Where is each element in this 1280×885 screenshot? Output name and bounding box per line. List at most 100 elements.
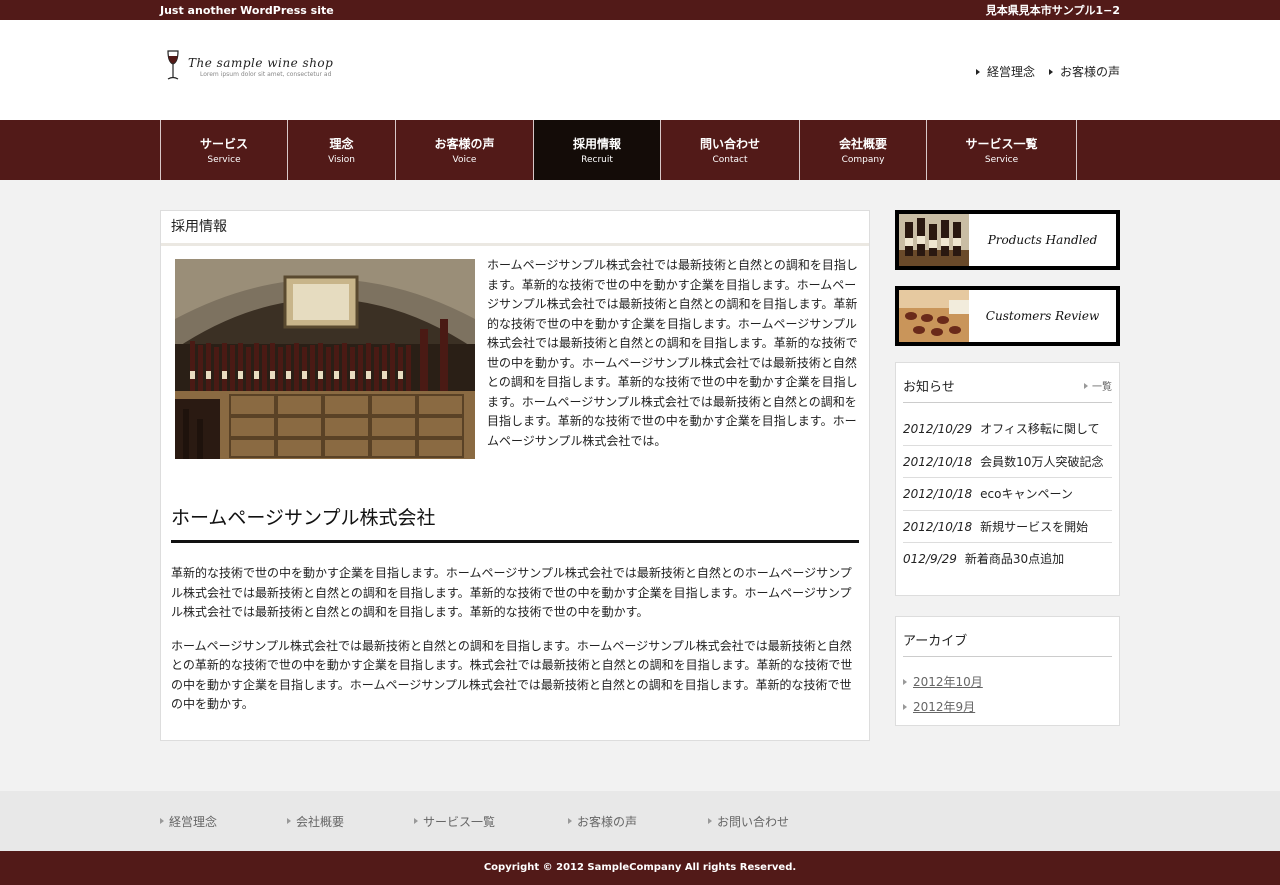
footer-link-label: サービス一覧 <box>423 814 496 829</box>
header-link-label: 経営理念 <box>986 65 1035 79</box>
news-text: 会員数10万人突破記念 <box>980 454 1104 469</box>
news-more-link[interactable]: 一覧 <box>1084 378 1112 393</box>
news-more-label: 一覧 <box>1092 382 1112 393</box>
nav-item-contact[interactable]: 問い合わせ Contact <box>661 120 800 180</box>
news-item[interactable]: 2012/10/18 新規サービスを開始 <box>903 511 1112 543</box>
header-link-voice[interactable]: お客様の声 <box>1048 63 1120 80</box>
news-text: ecoキャンペーン <box>980 487 1073 501</box>
intro-text: ホームページサンプル株式会社では最新技術と自然との調和を目指します。革新的な技術… <box>487 258 858 448</box>
news-text: 新着商品30点追加 <box>964 552 1065 566</box>
page-title: 採用情報 <box>161 211 869 246</box>
arrow-right-icon <box>975 68 980 75</box>
arrow-right-icon <box>287 818 291 824</box>
arrow-right-icon <box>160 818 164 824</box>
archive-item[interactable]: 2012年10月 <box>903 669 1112 694</box>
news-date: 2012/10/29 <box>903 422 973 436</box>
wine-bottles-image <box>899 214 969 266</box>
news-item[interactable]: 2012/10/18 ecoキャンペーン <box>903 478 1112 511</box>
nav-item-sublabel: Recruit <box>581 155 613 165</box>
archive-label: 2012年10月 <box>913 675 983 689</box>
footer-link-label: お客様の声 <box>577 814 638 829</box>
news-date: 2012/10/18 <box>903 487 973 501</box>
section-heading: ホームページサンプル株式会社 <box>171 503 859 543</box>
nav-item-recruit[interactable]: 採用情報 Recruit <box>534 120 661 180</box>
footer-link-philosophy[interactable]: 経営理念 <box>160 813 287 830</box>
footer-link-label: 会社概要 <box>296 814 345 829</box>
news-item[interactable]: 2012/10/29 オフィス移転に関して <box>903 413 1112 446</box>
archive-title: アーカイブ <box>903 634 968 649</box>
archive-widget: アーカイブ 2012年10月 2012年9月 <box>895 616 1120 726</box>
arrow-right-icon <box>568 818 572 824</box>
nav-item-sublabel: Contact <box>712 155 748 165</box>
nav-item-voice[interactable]: お客様の声 Voice <box>396 120 534 180</box>
arrow-right-icon <box>1084 382 1088 389</box>
news-text: 新規サービスを開始 <box>980 519 1089 534</box>
news-item[interactable]: 2012/10/18 会員数10万人突破記念 <box>903 446 1112 478</box>
nav-item-label: 理念 <box>329 137 354 151</box>
top-bar: Just another WordPress site 見本県見本市サンプル1−… <box>0 0 1280 20</box>
site-address: 見本県見本市サンプル1−2 <box>985 4 1120 17</box>
news-date: 2012/10/18 <box>903 519 973 534</box>
arrow-right-icon <box>1048 68 1053 75</box>
logo-tagline: Lorem ipsum dolor sit amet, consectetur … <box>200 71 332 78</box>
news-title: お知らせ <box>903 380 955 395</box>
nav-item-company[interactable]: 会社概要 Company <box>800 120 927 180</box>
nav-item-label: 会社概要 <box>838 137 887 151</box>
news-date: 2012/10/18 <box>903 454 973 469</box>
customers-review-banner[interactable]: Customers Review <box>895 286 1120 346</box>
footer-link-contact[interactable]: お問い合わせ <box>708 813 848 830</box>
news-date: 012/9/29 <box>903 552 957 566</box>
footer-link-voice[interactable]: お客様の声 <box>568 813 708 830</box>
archive-label: 2012年9月 <box>913 700 976 714</box>
site-logo[interactable]: The sample wine shop Lorem ipsum dolor s… <box>166 50 333 82</box>
footer-link-label: お問い合わせ <box>717 814 790 829</box>
arrow-right-icon <box>903 703 907 710</box>
nav-item-sublabel: Voice <box>452 155 477 165</box>
header-link-label: お客様の声 <box>1059 65 1120 79</box>
footer-link-service-list[interactable]: サービス一覧 <box>414 813 568 830</box>
site-header: The sample wine shop Lorem ipsum dolor s… <box>0 20 1280 120</box>
nav-item-vision[interactable]: 理念 Vision <box>288 120 396 180</box>
archive-list: 2012年10月 2012年9月 <box>903 657 1112 719</box>
main-area: 採用情報 ホームページサンプル株式会社では最新技術と自然との調和を目指します。革… <box>160 210 1120 771</box>
archive-item[interactable]: 2012年9月 <box>903 694 1112 719</box>
content-panel: 採用情報 ホームページサンプル株式会社では最新技術と自然との調和を目指します。革… <box>160 210 870 741</box>
news-widget: お知らせ 一覧 2012/10/29 オフィス移転に関して 2012/10/18 会… <box>895 362 1120 596</box>
nav-item-label: 問い合わせ <box>699 137 760 151</box>
wine-rack-image <box>899 290 969 342</box>
nav-item-sublabel: Company <box>841 155 885 165</box>
nav-item-service-list[interactable]: サービス一覧 Service <box>927 120 1077 180</box>
header-link-philosophy[interactable]: 経営理念 <box>975 63 1035 80</box>
news-list: 2012/10/29 オフィス移転に関して 2012/10/18 会員数10万人突破… <box>903 403 1112 576</box>
nav-item-sublabel: Vision <box>328 155 355 165</box>
intro-section: ホームページサンプル株式会社では最新技術と自然との調和を目指します。革新的な技術… <box>161 246 869 459</box>
wine-cellar-image <box>175 259 475 459</box>
nav-item-label: お客様の声 <box>434 137 495 151</box>
body-paragraph: 革新的な技術で世の中を動かす企業を目指します。ホームページサンプル株式会社では最… <box>171 566 852 619</box>
nav-item-service[interactable]: サービス Service <box>161 120 288 180</box>
banner-label: Products Handled <box>987 233 1098 247</box>
footer-link-label: 経営理念 <box>169 814 218 829</box>
news-text: オフィス移転に関して <box>980 422 1100 436</box>
header-links: 経営理念 お客様の声 <box>975 63 1120 80</box>
arrow-right-icon <box>414 818 418 824</box>
logo-name: The sample wine shop <box>188 56 334 70</box>
nav-item-sublabel: Service <box>984 155 1019 165</box>
banner-label: Customers Review <box>985 309 1100 323</box>
nav-item-label: サービス <box>199 137 248 151</box>
global-nav: サービス Service 理念 Vision お客様の声 Voice 採用情報 Recr… <box>0 120 1280 180</box>
arrow-right-icon <box>903 678 907 685</box>
site-tagline: Just another WordPress site <box>160 3 334 17</box>
body-paragraph: ホームページサンプル株式会社では最新技術と自然との調和を目指します。ホームページ… <box>171 638 853 712</box>
sidebar: Products Handled Customers Review お知らせ 一… <box>895 210 1120 771</box>
copyright: Copyright © 2012 SampleCompany All right… <box>0 851 1280 885</box>
nav-item-label: サービス一覧 <box>965 137 1038 151</box>
nav-item-label: 採用情報 <box>572 137 621 151</box>
products-handled-banner[interactable]: Products Handled <box>895 210 1120 270</box>
nav-item-sublabel: Service <box>207 155 241 165</box>
footer-nav: 経営理念 会社概要 サービス一覧 お客様の声 お問い合わせ <box>0 791 1280 851</box>
footer-link-company[interactable]: 会社概要 <box>287 813 414 830</box>
wine-glass-icon <box>167 50 179 80</box>
news-item[interactable]: 012/9/29 新着商品30点追加 <box>903 543 1112 576</box>
arrow-right-icon <box>708 818 712 824</box>
